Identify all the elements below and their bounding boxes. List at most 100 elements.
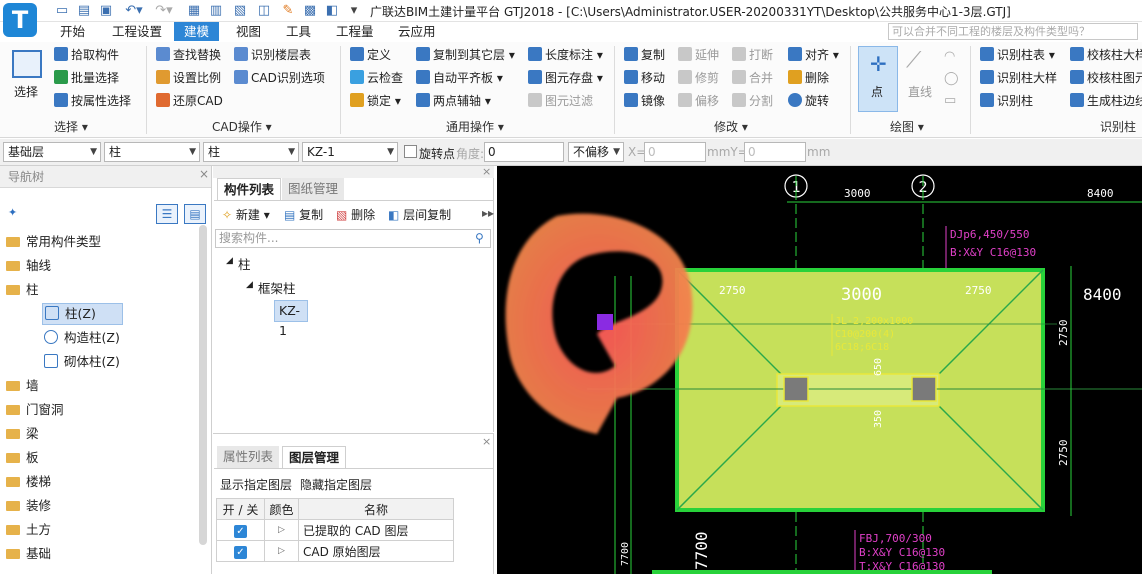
break-button[interactable]: 打断: [732, 45, 773, 65]
menu-project-settings[interactable]: 工程设置: [102, 22, 172, 41]
select-by-attr-button[interactable]: 按属性选择: [54, 91, 131, 111]
customize-toolbar-icon[interactable]: ▾: [346, 3, 362, 19]
tree-node-kz1[interactable]: KZ-1: [274, 300, 308, 338]
table-row[interactable]: ✓ ▷ 已提取的 CAD 图层: [216, 519, 454, 541]
list-view-icon[interactable]: ☰: [156, 204, 178, 224]
set-scale-button[interactable]: 设置比例: [156, 68, 221, 88]
column-kz1-left[interactable]: [783, 376, 809, 402]
auto-level-slab-button[interactable]: 自动平齐板 ▾: [416, 68, 503, 88]
nav-item-masonry-column[interactable]: 砌体柱(Z): [0, 350, 198, 374]
add-node-icon[interactable]: ✦: [8, 206, 17, 219]
redo-icon[interactable]: ↷▾: [150, 3, 178, 19]
nav-item-common-types[interactable]: 常用构件类型: [0, 230, 198, 254]
component-search-input[interactable]: 搜索构件...: [215, 229, 491, 248]
copy-between-floors-button[interactable]: ◧ 层间复制: [388, 206, 451, 223]
save-element-button[interactable]: 图元存盘 ▾: [528, 68, 603, 88]
two-point-aux-axis-button[interactable]: 两点辅轴 ▾: [416, 91, 491, 111]
help-search-input[interactable]: 可以合并不同工程的楼层及构件类型吗？: [888, 23, 1138, 40]
arc-icons[interactable]: ◠ ◯ ▭: [944, 46, 959, 112]
identify-column-table-button[interactable]: 识别柱表 ▾: [980, 45, 1055, 65]
collapse-arrow-icon[interactable]: ◢: [246, 280, 253, 290]
generate-column-edge-button[interactable]: 生成柱边线: [1070, 91, 1142, 111]
search-icon[interactable]: ⚲: [475, 231, 484, 245]
group-cad-label[interactable]: CAD操作 ▾: [212, 118, 272, 135]
menu-view[interactable]: 视图: [226, 22, 271, 41]
x-offset-input[interactable]: 0: [644, 142, 706, 162]
nav-item-column-z[interactable]: 柱(Z): [0, 302, 198, 326]
group-modify-label[interactable]: 修改 ▾: [714, 118, 748, 135]
tree-node-column[interactable]: 柱: [238, 254, 251, 273]
nav-item-axis[interactable]: 轴线: [0, 254, 198, 278]
angle-input[interactable]: 0: [484, 142, 564, 162]
select-button[interactable]: 选择: [14, 82, 38, 102]
offset-button[interactable]: 偏移: [678, 91, 719, 111]
pencil-icon[interactable]: ✎: [280, 3, 296, 19]
type-select[interactable]: 柱 ▼: [104, 142, 200, 162]
copy-button[interactable]: 复制: [624, 45, 665, 65]
table-row[interactable]: ✓ ▷ CAD 原始图层: [216, 540, 454, 562]
collapse-arrow-icon[interactable]: ◢: [226, 256, 233, 266]
delete-component-button[interactable]: ▧ 删除: [336, 206, 375, 223]
offset-select[interactable]: 不偏移 ▼: [568, 142, 624, 162]
pick-component-button[interactable]: 拾取构件: [54, 45, 119, 65]
line-draw-button[interactable]: 直线: [908, 82, 932, 102]
delete-button[interactable]: 删除: [788, 68, 829, 88]
mirror-button[interactable]: 镜像: [624, 91, 665, 111]
group-select-label[interactable]: 选择 ▾: [54, 118, 88, 135]
floor-select[interactable]: 基础层 ▼: [3, 142, 101, 162]
move-button[interactable]: 移动: [624, 68, 665, 88]
lock-button[interactable]: 锁定 ▾: [350, 91, 401, 111]
open-folder-icon[interactable]: ▤: [76, 3, 92, 19]
expand-icon[interactable]: ▷: [264, 519, 299, 541]
trim-button[interactable]: 修剪: [678, 68, 719, 88]
ruler-icon[interactable]: ▩: [302, 3, 318, 19]
identify-column-button[interactable]: 识别柱: [980, 91, 1033, 111]
tree-node-frame-column[interactable]: 框架柱: [258, 278, 296, 297]
component-select[interactable]: KZ-1 ▼: [302, 142, 398, 162]
menu-start[interactable]: 开始: [50, 22, 95, 41]
menu-cloud[interactable]: 云应用: [388, 22, 446, 41]
app-logo[interactable]: T: [3, 3, 37, 37]
show-layer-button[interactable]: 显示指定图层: [220, 476, 292, 493]
length-dimension-button[interactable]: 长度标注 ▾: [528, 45, 603, 65]
menu-tools[interactable]: 工具: [276, 22, 321, 41]
report-icon[interactable]: ▧: [232, 3, 248, 19]
grid-icon[interactable]: ▦: [186, 3, 202, 19]
nav-item-foundation[interactable]: 基础: [0, 542, 198, 566]
nav-item-wall[interactable]: 墙: [0, 374, 198, 398]
close-icon[interactable]: ×: [199, 167, 209, 181]
group-draw-label[interactable]: 绘图 ▾: [890, 118, 924, 135]
tree-view-icon[interactable]: ▤: [184, 204, 206, 224]
checkbox-checked-icon[interactable]: ✓: [234, 524, 247, 538]
close-icon[interactable]: ×: [482, 165, 491, 178]
split-button[interactable]: 分割: [732, 91, 773, 111]
tab-layer-management[interactable]: 图层管理: [282, 446, 347, 468]
align-button[interactable]: 对齐 ▾: [788, 45, 839, 65]
nav-item-constructional-column[interactable]: 构造柱(Z): [0, 326, 198, 350]
identify-column-detail-button[interactable]: 识别柱大样: [980, 68, 1057, 88]
cloud-check-button[interactable]: 云检查: [350, 68, 403, 88]
tab-drawing-management[interactable]: 图纸管理: [282, 178, 345, 200]
find-replace-button[interactable]: 查找替换: [156, 45, 221, 65]
nav-item-beam[interactable]: 梁: [0, 422, 198, 446]
new-component-button[interactable]: ✧ 新建 ▾: [222, 206, 270, 223]
extend-button[interactable]: 延伸: [678, 45, 719, 65]
identify-floor-table-button[interactable]: 识别楼层表: [234, 45, 311, 65]
nav-item-decoration[interactable]: 装修: [0, 494, 198, 518]
tab-property-list[interactable]: 属性列表: [217, 446, 280, 468]
menu-modeling[interactable]: 建模: [174, 22, 220, 41]
layer-toggle-cell[interactable]: ✓: [216, 540, 265, 562]
nav-item-column[interactable]: 柱: [0, 278, 198, 302]
nav-item-slab[interactable]: 板: [0, 446, 198, 470]
undo-icon[interactable]: ↶▾: [120, 3, 148, 19]
layers-icon[interactable]: ◧: [324, 3, 340, 19]
layer-toggle-cell[interactable]: ✓: [216, 519, 265, 541]
y-offset-input[interactable]: 0: [744, 142, 806, 162]
hide-layer-button[interactable]: 隐藏指定图层: [300, 476, 372, 493]
nav-scrollbar[interactable]: [199, 225, 207, 545]
nav-item-stairs[interactable]: 楼梯: [0, 470, 198, 494]
table-icon[interactable]: ▥: [208, 3, 224, 19]
group-common-label[interactable]: 通用操作 ▾: [446, 118, 504, 135]
cad-drawing[interactable]: 1 2 3000 8400 DJp6,450/550 B:X&Y C16@130…: [497, 166, 1142, 574]
batch-select-button[interactable]: 批量选择: [54, 68, 119, 88]
